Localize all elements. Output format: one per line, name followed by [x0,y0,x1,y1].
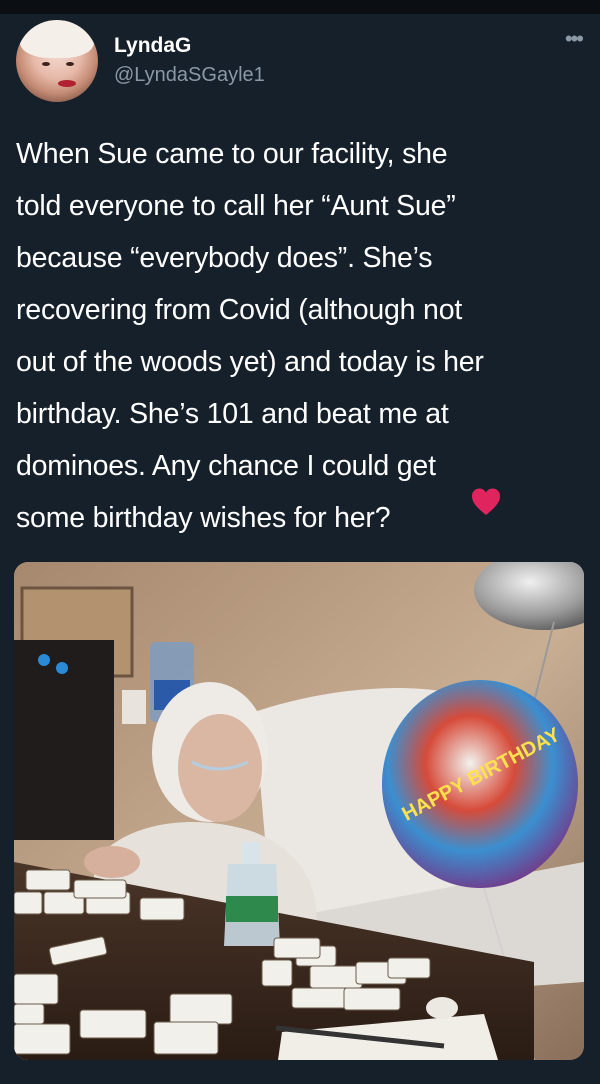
author-name[interactable]: LyndaG [114,34,191,58]
tweet-photo[interactable]: HAPPY BIRTHDAY [14,562,584,1060]
avatar[interactable] [16,20,98,102]
top-bar [0,0,600,14]
red-heart-icon [472,488,500,515]
tweet-header: LyndaG @LyndaSGayle1 ••• [16,18,586,104]
tweet-text: When Sue came to our facility, she told … [16,138,484,534]
more-horizontal-icon[interactable]: ••• [565,26,584,52]
tweet-screenshot: LyndaG @LyndaSGayle1 ••• When Sue came t… [0,0,600,1084]
author-handle[interactable]: @LyndaSGayle1 [114,64,265,87]
